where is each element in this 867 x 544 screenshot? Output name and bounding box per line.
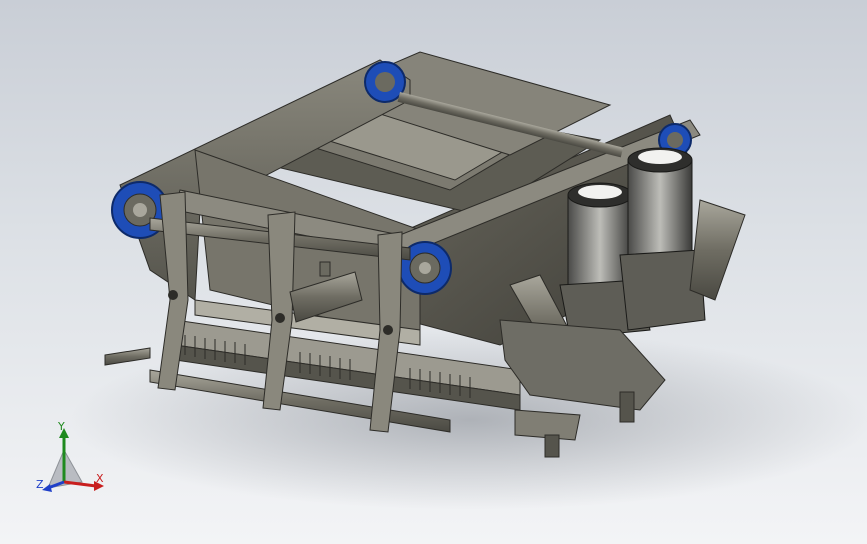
triad-x-label: X (96, 472, 104, 485)
triad-y-label: Y (58, 420, 65, 433)
cad-viewport[interactable]: Y X Z (0, 0, 867, 544)
nozzle-right (619, 391, 635, 423)
bearing-top (364, 61, 406, 103)
x-axis-arrow (63, 480, 97, 488)
feeder-assembly-model[interactable] (0, 0, 867, 544)
triad-z-label: Z (36, 478, 44, 491)
orientation-triad[interactable]: Y X Z (30, 420, 120, 500)
lower-rod-2 (104, 347, 151, 366)
side-actuator-right (689, 199, 746, 301)
motor-right (619, 147, 706, 331)
